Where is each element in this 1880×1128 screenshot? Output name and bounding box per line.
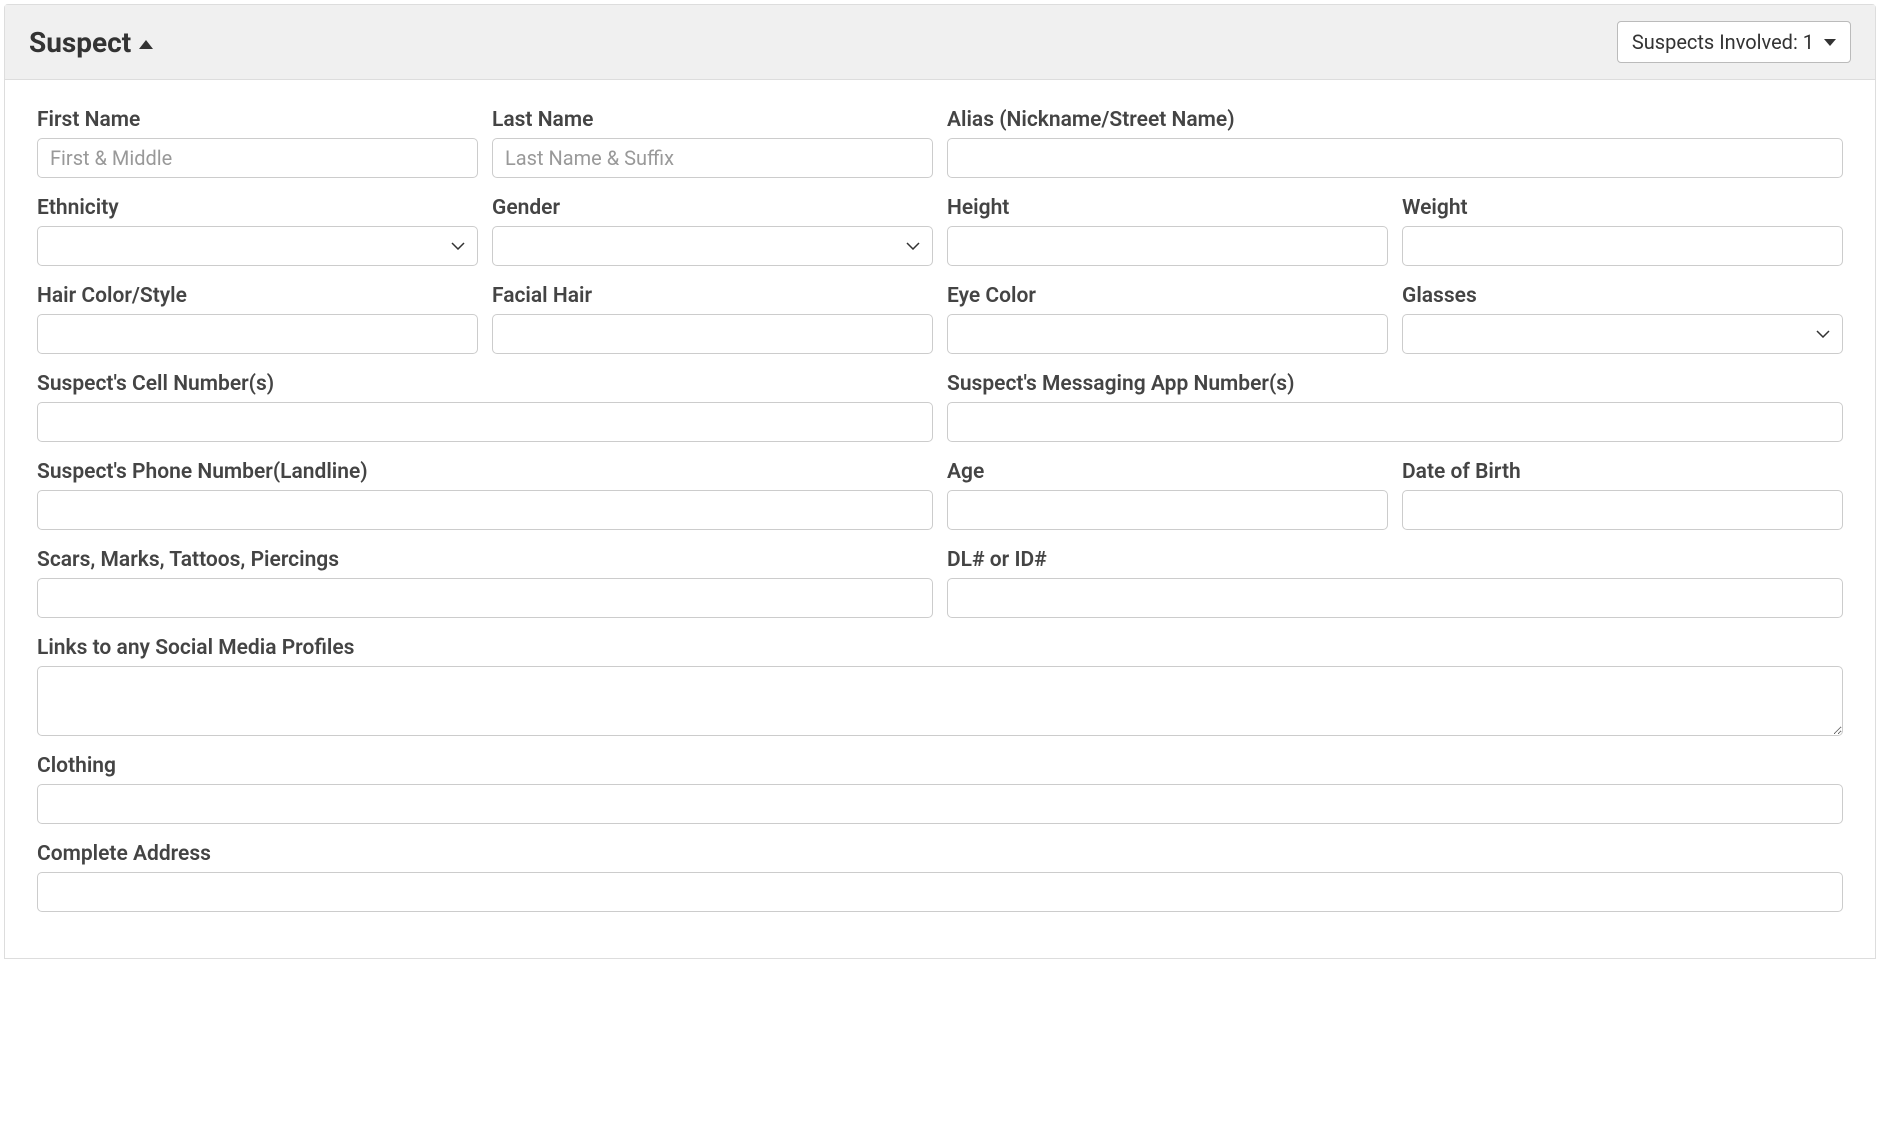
hair-color-label: Hair Color/Style [37, 284, 478, 308]
panel-title-toggle[interactable]: Suspect [29, 26, 153, 59]
last-name-label: Last Name [492, 108, 933, 132]
age-group: Age [947, 460, 1388, 530]
landline-input[interactable] [37, 490, 933, 530]
suspects-involved-label: Suspects Involved: 1 [1632, 30, 1814, 54]
social-media-label: Links to any Social Media Profiles [37, 636, 1843, 660]
gender-group: Gender [492, 196, 933, 266]
dob-input[interactable] [1402, 490, 1843, 530]
facial-hair-input[interactable] [492, 314, 933, 354]
chevron-up-icon [139, 40, 153, 49]
landline-group: Suspect's Phone Number(Landline) [37, 460, 933, 530]
weight-group: Weight [1402, 196, 1843, 266]
alias-input[interactable] [947, 138, 1843, 178]
hair-color-input[interactable] [37, 314, 478, 354]
age-label: Age [947, 460, 1388, 484]
scars-group: Scars, Marks, Tattoos, Piercings [37, 548, 933, 618]
messaging-app-input[interactable] [947, 402, 1843, 442]
height-label: Height [947, 196, 1388, 220]
panel-header: Suspect Suspects Involved: 1 [5, 5, 1875, 80]
social-media-textarea[interactable] [37, 666, 1843, 736]
cell-numbers-label: Suspect's Cell Number(s) [37, 372, 933, 396]
alias-group: Alias (Nickname/Street Name) [947, 108, 1843, 178]
dl-id-label: DL# or ID# [947, 548, 1843, 572]
cell-numbers-group: Suspect's Cell Number(s) [37, 372, 933, 442]
address-group: Complete Address [37, 842, 1843, 912]
height-input[interactable] [947, 226, 1388, 266]
first-name-group: First Name [37, 108, 478, 178]
scars-input[interactable] [37, 578, 933, 618]
ethnicity-select[interactable] [37, 226, 478, 266]
social-media-group: Links to any Social Media Profiles [37, 636, 1843, 736]
weight-input[interactable] [1402, 226, 1843, 266]
messaging-app-label: Suspect's Messaging App Number(s) [947, 372, 1843, 396]
clothing-label: Clothing [37, 754, 1843, 778]
scars-label: Scars, Marks, Tattoos, Piercings [37, 548, 933, 572]
panel-title-text: Suspect [29, 26, 131, 59]
height-group: Height [947, 196, 1388, 266]
messaging-app-group: Suspect's Messaging App Number(s) [947, 372, 1843, 442]
gender-select[interactable] [492, 226, 933, 266]
ethnicity-group: Ethnicity [37, 196, 478, 266]
gender-label: Gender [492, 196, 933, 220]
eye-color-label: Eye Color [947, 284, 1388, 308]
facial-hair-label: Facial Hair [492, 284, 933, 308]
cell-numbers-input[interactable] [37, 402, 933, 442]
suspect-panel: Suspect Suspects Involved: 1 First Name … [4, 4, 1876, 959]
clothing-group: Clothing [37, 754, 1843, 824]
address-label: Complete Address [37, 842, 1843, 866]
glasses-select[interactable] [1402, 314, 1843, 354]
clothing-input[interactable] [37, 784, 1843, 824]
facial-hair-group: Facial Hair [492, 284, 933, 354]
caret-down-icon [1824, 39, 1836, 46]
last-name-input[interactable] [492, 138, 933, 178]
weight-label: Weight [1402, 196, 1843, 220]
ethnicity-label: Ethnicity [37, 196, 478, 220]
first-name-label: First Name [37, 108, 478, 132]
eye-color-group: Eye Color [947, 284, 1388, 354]
panel-body: First Name Last Name Alias (Nickname/Str… [5, 80, 1875, 958]
eye-color-input[interactable] [947, 314, 1388, 354]
glasses-group: Glasses [1402, 284, 1843, 354]
suspects-involved-dropdown[interactable]: Suspects Involved: 1 [1617, 21, 1851, 63]
dob-group: Date of Birth [1402, 460, 1843, 530]
last-name-group: Last Name [492, 108, 933, 178]
alias-label: Alias (Nickname/Street Name) [947, 108, 1843, 132]
dl-id-group: DL# or ID# [947, 548, 1843, 618]
address-input[interactable] [37, 872, 1843, 912]
landline-label: Suspect's Phone Number(Landline) [37, 460, 933, 484]
age-input[interactable] [947, 490, 1388, 530]
first-name-input[interactable] [37, 138, 478, 178]
glasses-label: Glasses [1402, 284, 1843, 308]
dl-id-input[interactable] [947, 578, 1843, 618]
hair-color-group: Hair Color/Style [37, 284, 478, 354]
dob-label: Date of Birth [1402, 460, 1843, 484]
